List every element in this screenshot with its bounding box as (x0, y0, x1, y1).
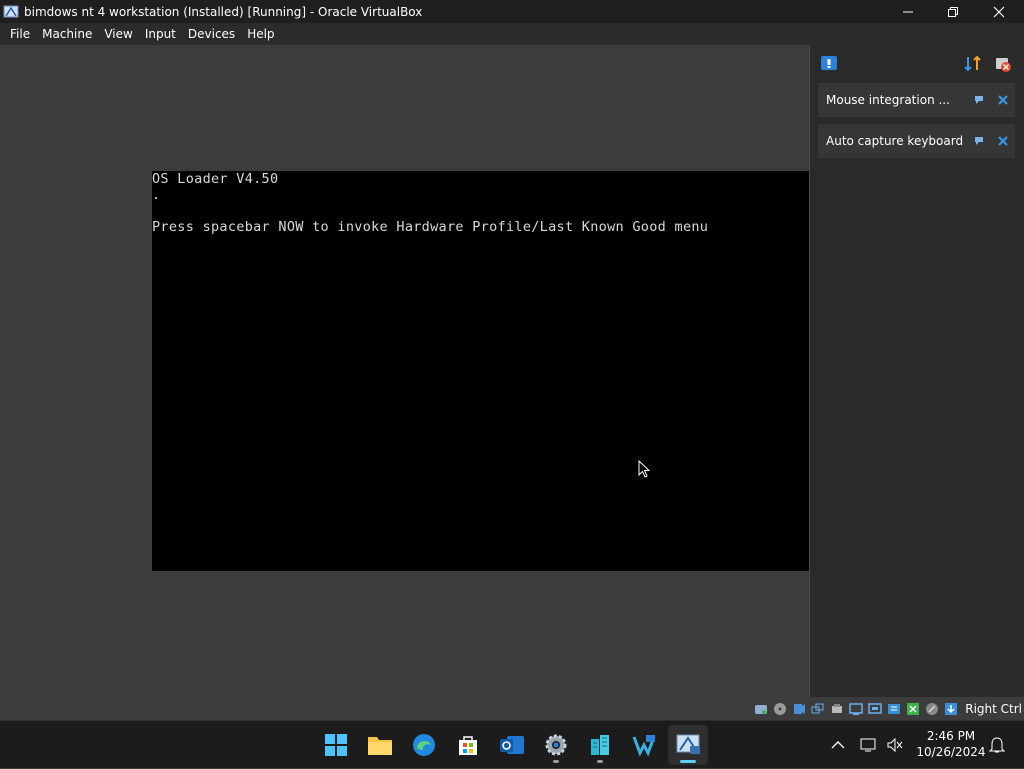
shared-folders-icon[interactable] (849, 702, 863, 716)
notification-label: Mouse integration ... (826, 93, 950, 107)
edge-browser-icon (413, 734, 435, 756)
mouse-integration-icon[interactable] (925, 702, 939, 716)
window-title-bar: bimdows nt 4 workstation (Installed) [Ru… (0, 0, 1024, 23)
virtualbox-app-icon (3, 5, 19, 17)
outlook-icon (500, 736, 524, 754)
sort-order-icon[interactable] (964, 55, 982, 73)
menu-bar: File Machine View Input Devices Help (0, 23, 1024, 45)
notifications-button[interactable] (986, 721, 1008, 769)
active-indicator (680, 760, 696, 763)
close-icon (998, 136, 1008, 146)
tray-volume-button[interactable] (884, 721, 906, 769)
usb-icon[interactable] (830, 702, 844, 716)
minimize-button[interactable] (885, 0, 931, 23)
dismiss-all-icon[interactable] (994, 55, 1012, 73)
running-indicator (553, 760, 559, 763)
show-hidden-icons-button[interactable] (826, 721, 850, 769)
notification-mouse-integration[interactable]: Mouse integration ... (818, 83, 1015, 117)
tray-display-button[interactable] (858, 721, 880, 769)
notification-close-button[interactable] (991, 90, 1015, 110)
taskbar-outlook[interactable] (492, 725, 532, 765)
speaker-muted-icon (887, 737, 903, 753)
clock-date: 10/26/2024 (916, 745, 986, 759)
notification-close-button[interactable] (991, 131, 1015, 151)
menu-view[interactable]: View (98, 23, 138, 45)
menu-machine[interactable]: Machine (36, 23, 98, 45)
close-icon (998, 95, 1008, 105)
buildings-app-icon (591, 735, 609, 755)
folder-icon (368, 737, 392, 755)
vm-status-bar: Right Ctrl (0, 697, 1024, 720)
virtualbox-vm-icon (676, 734, 700, 754)
menu-devices[interactable]: Devices (182, 23, 241, 45)
windows-taskbar: 2:46 PM 10/26/2024 (0, 720, 1024, 768)
taskbar-microsoft-store[interactable] (448, 725, 488, 765)
code-editor-icon (632, 735, 656, 757)
vm-text-line: Press spacebar NOW to invoke Hardware Pr… (152, 219, 709, 235)
notification-center: Mouse integration ... Auto capture keybo… (809, 45, 1024, 697)
close-button[interactable] (976, 0, 1022, 23)
store-icon (459, 736, 477, 755)
monitor-icon (860, 738, 876, 752)
taskbar-virtualbox[interactable] (668, 725, 708, 765)
vm-display[interactable]: OS Loader V4.50 . Press spacebar NOW to … (152, 171, 809, 571)
notification-auto-capture-keyboard[interactable]: Auto capture keyboard ... (818, 124, 1015, 158)
pin-icon (975, 137, 983, 145)
window-title: bimdows nt 4 workstation (Installed) [Ru… (24, 4, 423, 19)
bell-icon (989, 737, 1005, 753)
notification-pin-button[interactable] (967, 131, 991, 151)
chevron-up-icon (831, 741, 845, 749)
notification-pin-button[interactable] (967, 90, 991, 110)
virtualization-icon[interactable] (906, 702, 920, 716)
taskbar-settings[interactable] (536, 725, 576, 765)
pin-icon (975, 96, 983, 104)
taskbar-edge[interactable] (404, 725, 444, 765)
notification-label: Auto capture keyboard ... (826, 134, 967, 148)
close-icon (993, 6, 1005, 17)
restore-icon (948, 6, 958, 17)
taskbar-visual-studio-code[interactable] (624, 725, 664, 765)
settings-gear-icon (545, 734, 567, 756)
vm-text-line: OS Loader V4.50 (152, 171, 279, 187)
audio-icon[interactable] (792, 702, 806, 716)
notification-toolbar (810, 45, 1024, 81)
restore-button[interactable] (930, 0, 976, 23)
notification-center-toggle-icon[interactable] (820, 55, 838, 73)
vm-text-line: . (152, 187, 161, 203)
running-indicator (597, 760, 603, 763)
menu-file[interactable]: File (4, 23, 36, 45)
minimize-icon (903, 11, 913, 12)
hard-disk-icon[interactable] (754, 702, 768, 716)
host-key-label: Right Ctrl (965, 701, 1022, 716)
video-capture-icon[interactable] (887, 702, 901, 716)
clock-time: 2:46 PM (926, 729, 976, 743)
taskbar-file-explorer[interactable] (360, 725, 400, 765)
keyboard-capture-icon[interactable] (944, 702, 958, 716)
optical-drive-icon[interactable] (773, 702, 787, 716)
taskbar-app-buildings[interactable] (580, 725, 620, 765)
windows-start-icon (325, 734, 347, 756)
menu-input[interactable]: Input (139, 23, 182, 45)
taskbar-clock[interactable]: 2:46 PM 10/26/2024 (912, 728, 990, 760)
network-icon[interactable] (811, 702, 825, 716)
menu-help[interactable]: Help (241, 23, 280, 45)
mouse-cursor-icon (638, 460, 650, 478)
display-icon[interactable] (868, 702, 882, 716)
start-button[interactable] (316, 725, 356, 765)
